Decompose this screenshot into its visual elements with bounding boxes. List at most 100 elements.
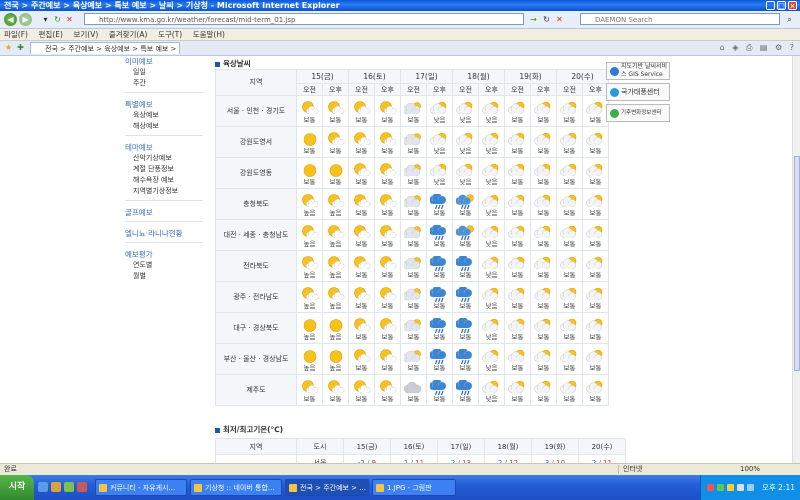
nav-item[interactable]: 육상예보 [125,110,203,121]
forecast-cell: 높음 [296,343,323,375]
back-button[interactable]: ◀ [4,13,17,26]
nav-item[interactable]: 주간 [125,78,203,89]
refresh-icon[interactable]: ↻ [52,14,63,25]
taskbar-button-community[interactable]: 커뮤니티 - 자유게시... [95,479,187,496]
vertical-scrollbar[interactable] [792,56,800,463]
forecast-cell: 보통 [530,250,557,282]
folder-quicklaunch-icon[interactable] [51,482,61,492]
scrollbar-thumb[interactable] [794,156,800,371]
nav-item[interactable]: 계절 단풍정보 [125,164,203,175]
taskbar-button-kma[interactable]: 전국 > 주간예보 > ... [285,479,369,496]
menu-file[interactable]: 파일(F) [4,29,28,40]
precip-level: 보통 [433,208,446,217]
ie-quicklaunch-icon[interactable] [38,482,48,492]
partly-sunny-icon [327,193,344,207]
temp-cell: 2 / 11 [578,454,626,463]
precip-level: 보통 [563,301,576,310]
partly-cloudy-icon [585,349,602,362]
nav-header[interactable]: 엘니뇨·라니냐현황 [125,228,203,239]
tray-security-icon[interactable] [727,484,734,491]
nav-item[interactable]: 월별 [125,271,203,282]
feeds-icon[interactable]: ◈ [732,43,738,52]
nav-item[interactable]: 연도별 [125,260,203,271]
taskbar-button-naver[interactable]: 기상청 :: 네이버 통합... [190,479,282,496]
temp-day-header: 20(수) [578,438,626,455]
partly-sunny-icon [353,286,370,300]
nav-header[interactable]: 예보평가 [125,249,203,260]
nav-header[interactable]: 테마예보 [125,142,203,153]
forecast-cell: 보통 [504,250,531,282]
am-header: 오전 [556,83,583,96]
precip-level: 보통 [511,146,524,155]
partly-cloudy-icon [507,225,524,238]
recent-pages-icon[interactable]: ▾ [40,14,51,25]
favorites-star-icon[interactable]: ★ [3,42,14,53]
help-icon[interactable]: ? [790,43,794,52]
nav-header[interactable]: 이미예보 [125,56,203,67]
nav-item[interactable]: 일일 [125,67,203,78]
forward-button[interactable]: ▶ [19,13,32,26]
address-input[interactable]: http://www.kma.go.kr/weather/forecast/mi… [84,13,524,25]
page-icon[interactable]: ▤ [760,43,768,52]
maximize-button[interactable]: □ [777,1,786,10]
gis-service-banner[interactable]: 지도기반 날씨서비스 GIS Service [606,62,670,80]
precip-level: 보통 [589,177,602,186]
menu-edit[interactable]: 편집(E) [39,29,63,40]
partly-sunny-icon [301,224,318,238]
minimize-button[interactable]: _ [766,1,775,10]
tray-volume-icon[interactable] [737,484,744,491]
menu-tools[interactable]: 도구(T) [158,29,182,40]
nav-item[interactable]: 지역별기상정보 [125,186,203,197]
region-name: 서울 · 인천 · 경기도 [215,95,297,127]
precip-level: 보통 [355,115,368,124]
precip-level: 보통 [355,301,368,310]
stop-icon-2[interactable]: ✕ [554,14,565,25]
add-favorite-icon[interactable]: ✚ [15,42,26,53]
tab-current[interactable]: 전국 > 주간예보 > 육상예보 > 특보 예보 > 날... [30,42,180,54]
nav-item[interactable]: 해수욕장 예보 [125,175,203,186]
menu-view[interactable]: 보기(V) [73,29,98,40]
climate-center-banner[interactable]: 기후변화정보센터 [606,104,670,122]
forecast-cell: 보통 [452,219,479,251]
print-icon[interactable]: ⎙ [746,43,752,52]
precip-level: 낮음 [485,239,498,248]
refresh-icon-2[interactable]: ↻ [541,14,552,25]
search-icon[interactable]: ⌕ [784,14,795,25]
partly-sunny-icon [327,224,344,238]
tray-app-icon[interactable] [707,484,714,491]
partly-cloudy-icon [507,318,524,331]
desktop-quicklaunch-icon[interactable] [64,482,74,492]
tray-network-icon[interactable] [717,484,724,491]
partly-cloudy-icon [533,349,550,362]
pm-header: 오후 [478,83,505,96]
taskbar-button-paint[interactable]: 1.JPG - 그림판 [372,479,456,496]
forecast-cell: 보통 [374,312,401,344]
forecast-cell: 보통 [374,219,401,251]
partly-cloudy-icon [481,101,498,114]
zoom-level[interactable]: 100% [740,464,760,475]
nav-header[interactable]: 골프예보 [125,207,203,218]
gis-icon [610,67,619,76]
page-content: 이미예보 일일 주간특별예보 육상예보 해상예보테마예보 산악기상예보 계절 단풍정보 해수… [0,56,792,463]
rain-icon [455,379,472,395]
precip-level: 보통 [381,301,394,310]
nav-header[interactable]: 특별예보 [125,99,203,110]
search-input[interactable]: DAEMON Search [580,13,780,25]
partly-cloudy-icon [533,194,550,207]
home-icon[interactable]: ⌂ [720,43,725,52]
app-quicklaunch-icon[interactable] [77,482,87,492]
menu-favorites[interactable]: 즐겨찾기(A) [109,29,148,40]
nav-item[interactable]: 해상예보 [125,121,203,132]
temp-cell: 1 / 11 [390,454,438,463]
go-icon[interactable]: → [528,14,539,25]
partly-cloudy-icon [481,194,498,207]
tools-icon[interactable]: ⚙ [775,43,782,52]
start-button[interactable]: 시작 [0,475,34,500]
close-button[interactable]: × [788,1,797,10]
tray-ime-icon[interactable] [747,484,754,491]
start-label: 시작 [8,482,26,492]
nav-item[interactable]: 산악기상예보 [125,153,203,164]
stop-icon[interactable]: ✕ [64,14,75,25]
typhoon-center-banner[interactable]: 국가태풍센터 [606,83,670,101]
menu-help[interactable]: 도움말(H) [193,29,225,40]
